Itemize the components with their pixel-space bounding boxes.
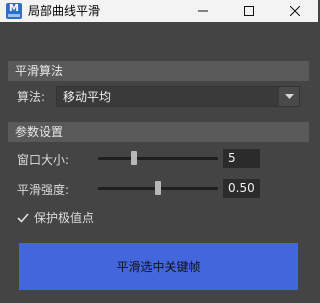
smooth-selected-keyframes-button[interactable]: 平滑选中关键帧 [19,243,298,290]
window-title: 局部曲线平滑 [28,4,101,18]
smooth-algorithm-section-header[interactable]: 平滑算法 [8,61,309,81]
dropdown-arrow-button[interactable] [279,87,299,106]
window-size-label: 窗口大小: [17,153,70,167]
minimize-icon [198,10,208,12]
algorithm-selected-value: 移动平均 [63,90,112,104]
window-size-slider[interactable] [98,150,218,166]
algorithm-label: 算法: [17,90,46,104]
algorithm-select[interactable]: 移动平均 [56,86,300,107]
preserve-extrema-checkbox[interactable] [17,212,29,224]
smooth-strength-label: 平滑强度: [17,183,70,197]
maya-app-icon: M [6,3,22,19]
smooth-strength-slider[interactable] [98,180,218,196]
slider-handle[interactable] [131,151,137,165]
maximize-button[interactable] [226,0,272,22]
preserve-extrema-label[interactable]: 保护极值点 [34,210,94,226]
close-icon [290,6,300,16]
window-size-field[interactable]: 5 [223,149,260,168]
chevron-down-icon [284,93,294,99]
slider-handle[interactable] [155,181,161,195]
smooth-strength-field[interactable]: 0.50 [223,179,260,198]
title-bar: M 局部曲线平滑 [0,0,318,22]
parameter-settings-section-header[interactable]: 参数设置 [8,122,309,142]
close-button[interactable] [272,0,318,22]
maximize-icon [244,6,254,16]
checkmark-icon [17,213,29,223]
minimize-button[interactable] [180,0,226,22]
